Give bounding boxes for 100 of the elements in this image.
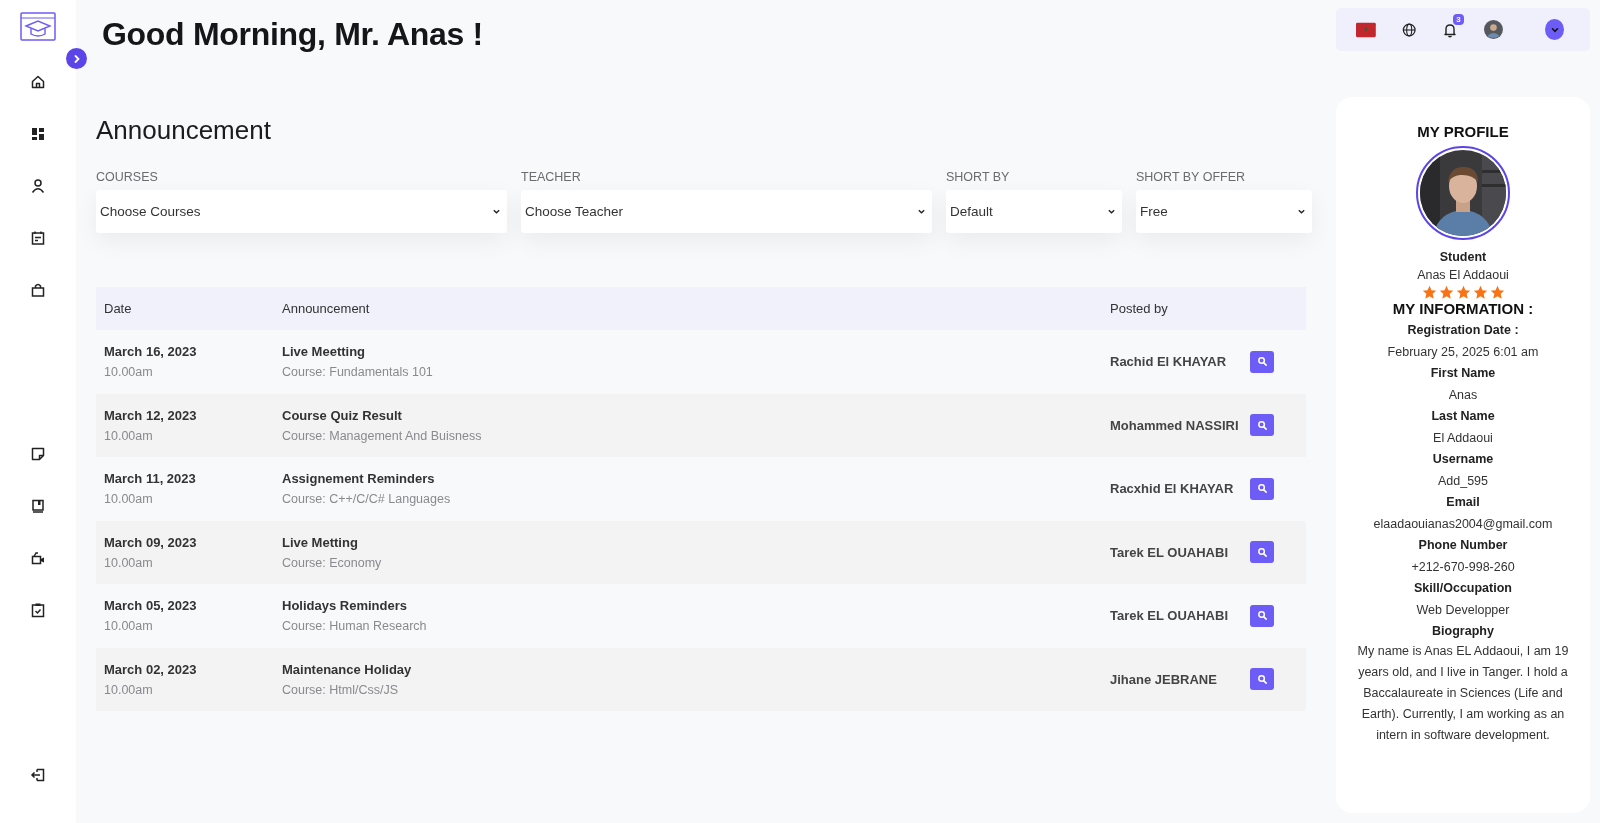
star-icon: [1489, 285, 1505, 300]
field-label: Skill/Occupation: [1414, 581, 1512, 596]
announcement-title: Holidays Reminders: [282, 598, 407, 614]
time-text: 10.00am: [104, 682, 153, 697]
caret-icon: [917, 207, 926, 216]
time-text: 10.00am: [104, 428, 153, 443]
field-value: El Addaoui: [1433, 431, 1493, 446]
field-label: Last Name: [1431, 409, 1495, 424]
filter-label: TEACHER: [521, 170, 581, 184]
course-text: Course: Economy: [282, 555, 382, 570]
page-title: Announcement: [96, 115, 272, 146]
posted-by-text: Rachid El KHAYAR: [1110, 354, 1228, 370]
filter-label: COURSES: [96, 170, 158, 184]
search-button[interactable]: [1250, 668, 1274, 691]
filter-select[interactable]: Free: [1136, 190, 1312, 233]
time-text: 10.00am: [104, 619, 153, 634]
announcement-title: Assignement Reminders: [282, 471, 435, 487]
calendar-icon[interactable]: [30, 230, 46, 246]
filter-select[interactable]: Choose Courses: [96, 190, 507, 233]
user-icon[interactable]: [30, 178, 46, 194]
note-icon[interactable]: [30, 446, 46, 462]
search-icon: [1256, 673, 1268, 685]
date-text: March 11, 2023: [104, 471, 196, 487]
date-text: March 05, 2023: [104, 598, 197, 614]
filter-select[interactable]: Choose Teacher: [521, 190, 932, 233]
bell-icon[interactable]: [1442, 21, 1459, 38]
clipboard-check-icon[interactable]: [30, 602, 46, 618]
home-icon[interactable]: [30, 74, 46, 90]
field-label: Phone Number: [1418, 538, 1508, 553]
field-label: First Name: [1430, 366, 1496, 381]
announcement-title: Maintenance Holiday: [282, 661, 412, 677]
flag-icon[interactable]: [1356, 21, 1376, 38]
account-menu-button[interactable]: [1545, 19, 1564, 40]
time-text: 10.00am: [104, 492, 153, 507]
field-label: Registration Date :: [1407, 323, 1519, 338]
star-icon: [1455, 285, 1471, 300]
time-text: 10.00am: [104, 365, 153, 380]
time-text: 10.00am: [104, 555, 153, 570]
announcement-title: Course Quiz Result: [282, 407, 402, 423]
dashboard-icon[interactable]: [30, 126, 46, 142]
posted-by-text: Tarek EL OUAHABI: [1110, 544, 1229, 560]
bag-icon[interactable]: [30, 282, 46, 298]
search-button[interactable]: [1250, 350, 1274, 373]
role-text: Student: [1439, 250, 1487, 264]
greeting-heading: Good Morning, Mr. Anas !: [102, 16, 484, 53]
book-icon[interactable]: [30, 498, 46, 514]
course-text: Course: C++/C/C# Languages: [282, 492, 451, 507]
caret-icon: [1297, 207, 1306, 216]
star-icon: [1421, 285, 1437, 300]
column-header: Posted by: [1110, 301, 1169, 316]
announcement-title: Live Meetting: [282, 344, 366, 360]
field-value: Anas: [1448, 388, 1478, 403]
date-text: March 12, 2023: [104, 407, 197, 423]
search-icon: [1256, 483, 1268, 495]
search-icon: [1256, 419, 1268, 431]
search-button[interactable]: [1250, 477, 1274, 500]
caret-icon: [1107, 207, 1116, 216]
course-text: Course: Fundamentals 101: [282, 365, 433, 380]
course-text: Course: Human Research: [282, 619, 427, 634]
date-text: March 16, 2023: [104, 344, 197, 360]
filter-select[interactable]: Default: [946, 190, 1122, 233]
date-text: March 09, 2023: [104, 534, 197, 550]
field-value: My name is Anas EL Addaoui, I am 19 years old, and I live in Tanger. I hold a Baccalaureate in Sciences (Life and Earth). Currently, I am working as an intern in software development.: [1356, 643, 1570, 744]
posted-by-text: Racxhid El KHAYAR: [1110, 481, 1235, 497]
search-button[interactable]: [1250, 604, 1274, 627]
graduation-cap-logo: [20, 12, 56, 44]
filter-label: SHORT BY OFFER: [1136, 170, 1246, 184]
profile-name: Anas El Addaoui: [1417, 268, 1509, 282]
column-header: Announcement: [282, 301, 371, 316]
field-label: Email: [1446, 495, 1480, 510]
search-icon: [1256, 610, 1268, 622]
course-text: Course: Html/Css/JS: [282, 682, 398, 697]
posted-by-text: Tarek EL OUAHABI: [1110, 608, 1229, 624]
search-button[interactable]: [1250, 541, 1274, 564]
profile-heading: MY PROFILE: [1417, 123, 1509, 140]
globe-icon[interactable]: [1401, 21, 1417, 38]
posted-by-text: Mohammed NASSIRI: [1110, 417, 1240, 433]
search-icon: [1256, 356, 1268, 368]
column-header: Date: [104, 301, 133, 316]
filter-label: SHORT BY: [946, 170, 1010, 184]
field-label: Biography: [1432, 624, 1494, 639]
search-button[interactable]: [1250, 414, 1274, 437]
announcement-title: Live Metting: [282, 534, 358, 550]
field-value: Add_595: [1437, 474, 1489, 489]
search-icon: [1256, 546, 1268, 558]
field-value: elaadaouianas2004@gmail.com: [1373, 517, 1553, 532]
course-text: Course: Management And Buisness: [282, 428, 482, 443]
expand-sidebar-button[interactable]: [66, 48, 87, 69]
field-value: February 25, 2025 6:01 am: [1387, 345, 1539, 360]
posted-by-text: Jihane JEBRANE: [1110, 671, 1218, 687]
logout-icon[interactable]: [30, 767, 46, 783]
video-camera-icon[interactable]: [30, 550, 46, 566]
star-icon: [1438, 285, 1454, 300]
field-value: +212-670-998-260: [1411, 560, 1515, 575]
field-value: Web Developper: [1416, 603, 1510, 618]
information-heading: MY INFORMATION :: [1392, 300, 1534, 317]
caret-icon: [492, 207, 501, 216]
notification-badge: 3: [1453, 13, 1464, 25]
field-label: Username: [1432, 452, 1494, 467]
avatar-icon[interactable]: [1484, 19, 1504, 40]
